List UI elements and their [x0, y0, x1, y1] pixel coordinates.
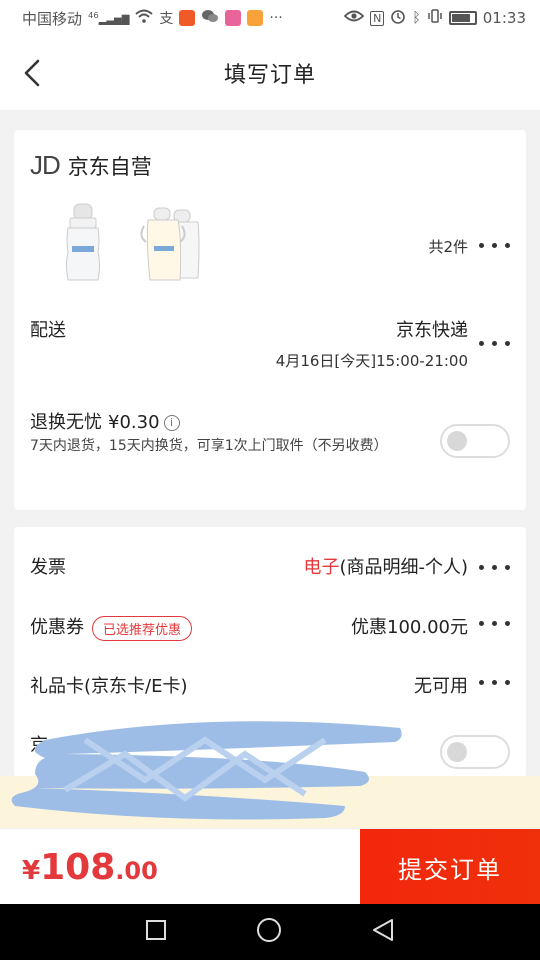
- gift-card-label: 礼品卡(京东卡/E卡): [30, 676, 188, 697]
- return-service-price: ¥0.30: [108, 412, 160, 433]
- jd-beans-toggle[interactable]: [440, 735, 510, 769]
- bluetooth-icon: ᛒ: [412, 10, 421, 26]
- status-bar: 中国移动 46▂▃▅▇ 支 ··· N ᛒ 01:33: [0, 0, 540, 36]
- invoice-label: 发票: [30, 557, 66, 578]
- wifi-icon: [135, 9, 154, 27]
- shop-header: JD 京东自营: [30, 150, 152, 181]
- app-icon: [179, 10, 196, 26]
- checkout-bar: ¥108.00 提交订单: [0, 828, 540, 905]
- nfc-icon: N: [370, 10, 385, 26]
- submit-order-button[interactable]: 提交订单: [360, 829, 540, 905]
- invoice-value[interactable]: 电子(商品明细-个人): [303, 553, 468, 579]
- delivery-method: 京东快递: [396, 320, 468, 341]
- order-items-card: JD 京东自营 共2件 配送 京东快递 4月16日[今天]15:00-21:00…: [14, 130, 526, 510]
- home-icon[interactable]: [255, 916, 283, 948]
- invoice-detail: (商品明细-个人): [339, 557, 468, 578]
- total-price: ¥108.00: [22, 847, 158, 888]
- battery-icon: [448, 11, 477, 25]
- return-service-row: 退换无忧 ¥0.30 i: [30, 408, 180, 434]
- app-icon: [225, 10, 242, 26]
- coupon-badge: 已选推荐优惠: [92, 615, 193, 641]
- invoice-type: 电子: [303, 557, 340, 578]
- wechat-icon: [201, 9, 219, 27]
- more-icon[interactable]: [479, 341, 510, 346]
- gift-card-value[interactable]: 无可用: [414, 672, 468, 698]
- more-icon: ···: [269, 10, 283, 26]
- product-image[interactable]: [48, 202, 118, 284]
- coupon-value[interactable]: 优惠100.00元: [351, 613, 468, 639]
- eye-icon: [343, 10, 365, 26]
- page-title: 填写订单: [223, 63, 316, 88]
- page-header: 填写订单: [0, 36, 540, 110]
- video-icon: [247, 10, 264, 26]
- more-icon[interactable]: [479, 565, 510, 570]
- clock-label: 01:33: [482, 9, 526, 27]
- signal-icon: 46▂▃▅▇: [88, 10, 130, 26]
- more-icon[interactable]: [479, 680, 510, 685]
- vibrate-icon: [427, 8, 443, 28]
- recent-apps-icon[interactable]: [144, 918, 168, 946]
- chevron-left-icon[interactable]: [16, 56, 48, 90]
- product-image[interactable]: [134, 202, 214, 284]
- info-icon[interactable]: i: [163, 415, 180, 431]
- delivery-label: 配送: [30, 320, 66, 341]
- price-decimal: .00: [115, 857, 158, 885]
- shop-name: 京东自营: [67, 154, 152, 179]
- jd-logo: JD: [30, 150, 61, 180]
- return-service-toggle[interactable]: [440, 424, 510, 458]
- return-service-label: 退换无忧: [30, 412, 102, 433]
- back-triangle-icon[interactable]: [370, 917, 396, 947]
- item-count: 共2件: [428, 238, 468, 256]
- currency-symbol: ¥: [22, 856, 41, 886]
- more-icon[interactable]: [479, 621, 510, 626]
- delivery-time: 4月16日[今天]15:00-21:00: [275, 352, 468, 370]
- coupon-row: 优惠券 已选推荐优惠: [30, 613, 193, 641]
- alipay-icon: 支: [159, 11, 174, 27]
- carrier-label: 中国移动: [22, 9, 83, 28]
- redaction-scribble: [11, 721, 402, 820]
- price-integer: 108: [40, 847, 116, 888]
- more-icon[interactable]: [479, 243, 510, 248]
- coupon-label: 优惠券: [30, 617, 84, 638]
- system-nav-bar: [0, 904, 540, 960]
- alarm-icon: [390, 8, 406, 28]
- return-service-description: 7天内退货，15天内换货，可享1次上门取件（不另收费）: [30, 438, 388, 454]
